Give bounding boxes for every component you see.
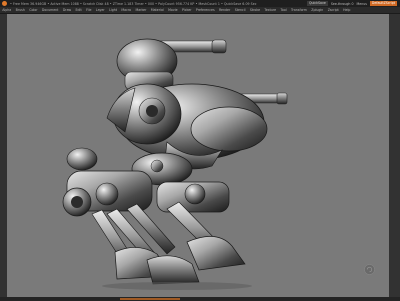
menu-stroke[interactable]: Stroke: [248, 7, 263, 13]
menu-movie[interactable]: Movie: [166, 7, 180, 13]
menu-preferences[interactable]: Preferences: [194, 7, 217, 13]
menu-brush[interactable]: Brush: [13, 7, 27, 13]
menu-draw[interactable]: Draw: [61, 7, 74, 13]
menu-zplugin[interactable]: Zplugin: [309, 7, 325, 13]
menu-macro[interactable]: Macro: [119, 7, 133, 13]
menu-file[interactable]: File: [84, 7, 94, 13]
menus-toggle[interactable]: Menus: [357, 2, 367, 6]
left-shelf[interactable]: [0, 14, 7, 300]
menu-tool[interactable]: Tool: [278, 7, 289, 13]
see-through-slider[interactable]: See-through 0: [331, 2, 354, 6]
title-bar: • Free Mem 36.946GB • Active Mem 1088 • …: [0, 0, 400, 7]
menu-stencil[interactable]: Stencil: [233, 7, 248, 13]
menu-edit[interactable]: Edit: [73, 7, 84, 13]
menu-light[interactable]: Light: [107, 7, 119, 13]
menu-picker[interactable]: Picker: [180, 7, 194, 13]
right-shelf[interactable]: [389, 14, 400, 300]
menu-bar: Alpha Brush Color Document Draw Edit Fil…: [0, 7, 400, 14]
document-canvas[interactable]: [7, 14, 389, 297]
quicksave-button[interactable]: QuickSave: [306, 1, 328, 6]
menu-document[interactable]: Document: [40, 7, 61, 13]
default-zscript-button[interactable]: DefaultZScript: [369, 1, 397, 6]
menu-zscript[interactable]: Zscript: [326, 7, 341, 13]
logo-icon: [2, 1, 7, 6]
navigation-gizmo-icon[interactable]: [364, 264, 375, 275]
menu-color[interactable]: Color: [27, 7, 40, 13]
title-right-controls: QuickSave See-through 0 Menus DefaultZSc…: [306, 0, 400, 7]
menu-render[interactable]: Render: [217, 7, 233, 13]
menu-marker[interactable]: Marker: [133, 7, 148, 13]
menu-material[interactable]: Material: [149, 7, 166, 13]
status-readout: • Free Mem 36.946GB • Active Mem 1088 • …: [10, 1, 257, 6]
menu-transform[interactable]: Transform: [289, 7, 309, 13]
menu-texture[interactable]: Texture: [262, 7, 278, 13]
menu-alpha[interactable]: Alpha: [0, 7, 13, 13]
menu-layer[interactable]: Layer: [94, 7, 107, 13]
zbrush-window: • Free Mem 36.946GB • Active Mem 1088 • …: [0, 0, 400, 300]
mech-model-render[interactable]: [7, 14, 389, 297]
menu-help[interactable]: Help: [341, 7, 353, 13]
timeline-scrubber[interactable]: [120, 297, 180, 300]
